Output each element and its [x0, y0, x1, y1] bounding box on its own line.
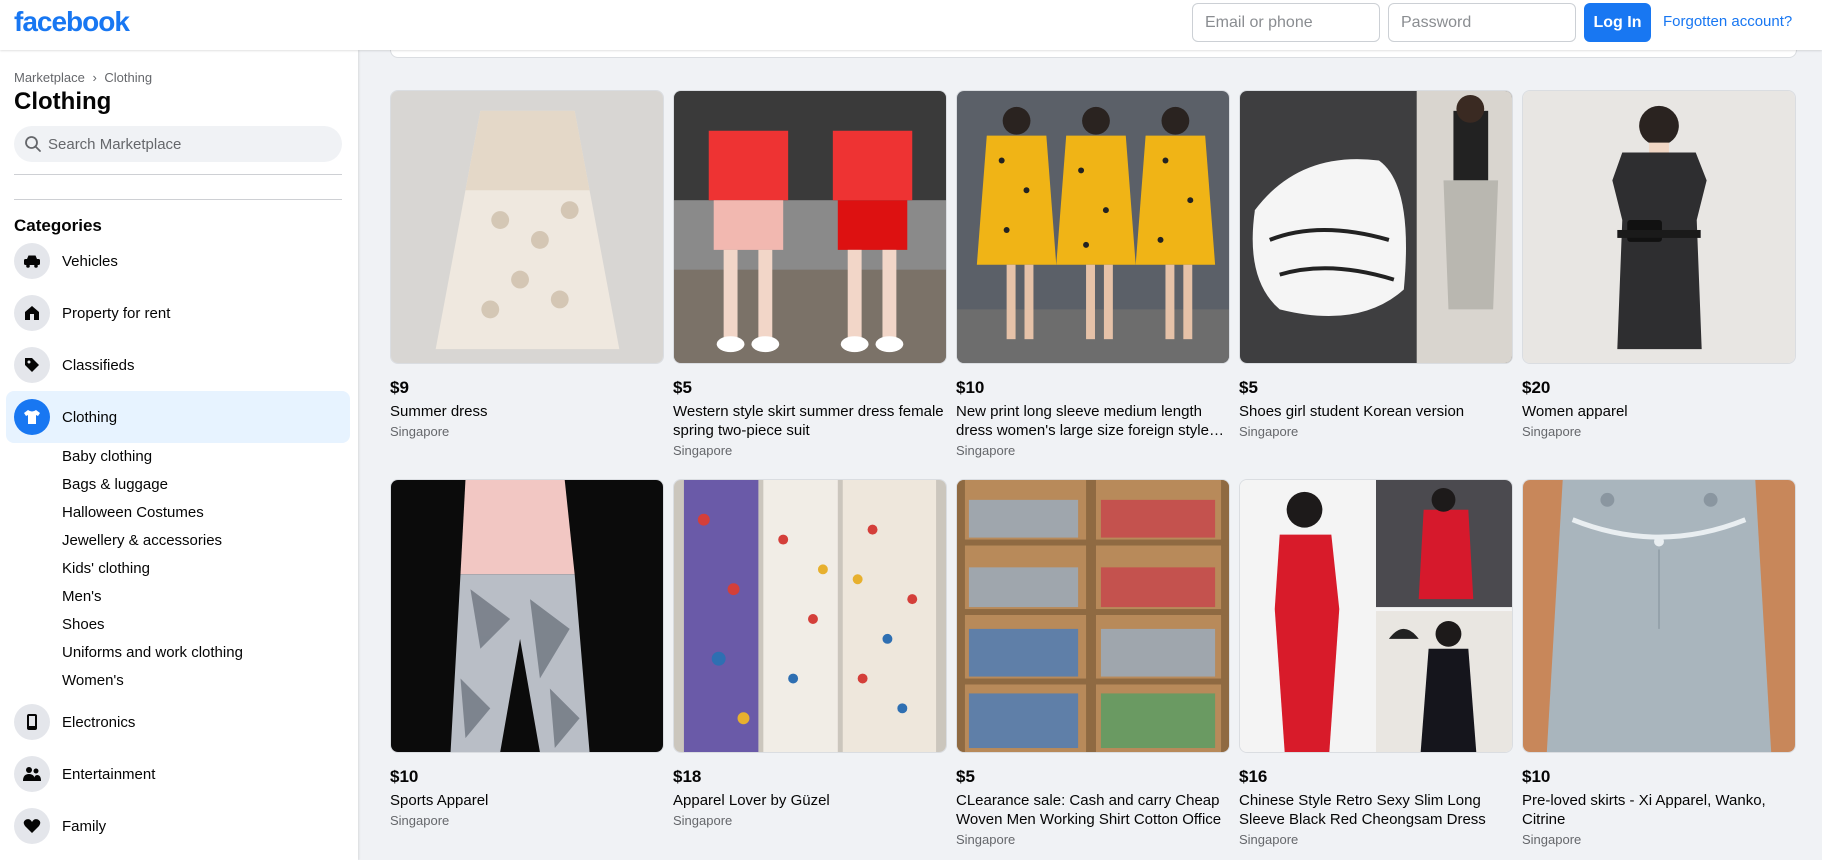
people-icon — [14, 756, 50, 792]
listing-location: Singapore — [673, 443, 733, 458]
listing-location: Singapore — [1239, 832, 1299, 847]
category-entertainment[interactable]: Entertainment — [6, 748, 350, 800]
subcategory-kids-clothing[interactable]: Kids' clothing — [62, 560, 150, 577]
forgot-account-link[interactable]: Forgotten account? — [1663, 13, 1792, 30]
listing-location: Singapore — [390, 813, 450, 828]
email-field[interactable] — [1192, 3, 1380, 42]
listing-card[interactable]: $9 Summer dress Singapore — [390, 90, 664, 439]
listing-price: $5 — [673, 378, 692, 397]
search-icon — [25, 136, 41, 152]
listing-title: Sports Apparel — [390, 792, 489, 809]
listing-location: Singapore — [1239, 424, 1299, 439]
listing-price: $20 — [1522, 378, 1551, 397]
listing-card[interactable]: $5 Western style skirt summer dress fema… — [673, 90, 947, 458]
listing-title: CLearance sale: Cash and carry Cheap Wov… — [956, 792, 1222, 828]
breadcrumb-marketplace[interactable]: Marketplace — [14, 70, 85, 85]
listing-price: $10 — [956, 378, 985, 397]
listing-price: $18 — [673, 767, 702, 786]
subcategory-bags-luggage[interactable]: Bags & luggage — [62, 476, 168, 493]
listing-photo[interactable] — [673, 479, 947, 753]
category-classifieds[interactable]: Classifieds — [6, 339, 350, 391]
category-property-for-rent[interactable]: Property for rent — [6, 287, 350, 339]
subcategory-womens[interactable]: Women's — [62, 672, 124, 689]
category-label: Family — [62, 817, 107, 835]
phone-icon — [14, 704, 50, 740]
listing-location: Singapore — [390, 424, 450, 439]
listing-title: Shoes girl student Korean version — [1239, 403, 1465, 420]
search-input[interactable] — [46, 126, 336, 162]
listing-photo[interactable] — [1522, 90, 1796, 364]
listing-price: $10 — [1522, 767, 1551, 786]
divider — [14, 199, 342, 200]
heart-icon — [14, 808, 50, 844]
sidebar: Marketplace › Clothing Clothing Categori… — [0, 50, 358, 860]
listing-card[interactable]: $10 Sports Apparel Singapore — [390, 479, 664, 828]
subcategory-jewellery[interactable]: Jewellery & accessories — [62, 532, 222, 549]
car-icon — [14, 243, 50, 279]
listing-price: $16 — [1239, 767, 1268, 786]
subcategory-baby-clothing[interactable]: Baby clothing — [62, 448, 152, 465]
listing-title: Women apparel — [1522, 403, 1628, 420]
house-icon — [14, 295, 50, 331]
subcategory-shoes[interactable]: Shoes — [62, 616, 105, 633]
breadcrumb-separator: › — [92, 70, 97, 85]
listing-location: Singapore — [956, 443, 1016, 458]
category-family[interactable]: Family — [6, 800, 350, 852]
login-button[interactable]: Log In — [1584, 3, 1651, 42]
listing-photo[interactable] — [1239, 90, 1513, 364]
listing-photo[interactable] — [956, 479, 1230, 753]
top-bar: facebook Log In Forgotten account? — [0, 0, 1822, 50]
category-label: Clothing — [62, 408, 118, 426]
listing-card[interactable]: $5 Shoes girl student Korean version Sin… — [1239, 90, 1513, 439]
facebook-logo[interactable]: facebook — [14, 6, 130, 38]
listing-location: Singapore — [1522, 832, 1582, 847]
category-label: Property for rent — [62, 304, 171, 322]
listing-photo[interactable] — [673, 90, 947, 364]
listing-location: Singapore — [1522, 424, 1582, 439]
subcategory-uniforms[interactable]: Uniforms and work clothing — [62, 644, 243, 661]
listing-price: $10 — [390, 767, 419, 786]
listing-photo[interactable] — [390, 479, 664, 753]
subcategory-halloween-costumes[interactable]: Halloween Costumes — [62, 504, 204, 521]
listing-card[interactable]: $10 Pre-loved skirts - Xi Apparel, Wanko… — [1522, 479, 1796, 847]
listing-title: Western style skirt summer dress female … — [673, 403, 944, 439]
category-electronics[interactable]: Electronics — [6, 696, 350, 748]
listing-location: Singapore — [956, 832, 1016, 847]
category-clothing[interactable]: Clothing — [6, 391, 350, 443]
listing-photo[interactable] — [1522, 479, 1796, 753]
breadcrumb: Marketplace › Clothing — [14, 70, 156, 85]
listing-title: New print long sleeve medium length dres… — [956, 403, 1209, 439]
category-label: Classifieds — [62, 356, 135, 374]
listing-title: Apparel Lover by Güzel — [673, 792, 830, 809]
listings-area: $9 Summer dress Singapore $5 Western sty… — [358, 40, 1822, 860]
listing-price: $9 — [390, 378, 409, 397]
listing-location: Singapore — [673, 813, 733, 828]
listing-title: Chinese Style Retro Sexy Slim Long Sleev… — [1239, 792, 1486, 828]
subcategory-mens[interactable]: Men's — [62, 588, 102, 605]
breadcrumb-clothing[interactable]: Clothing — [104, 70, 152, 85]
password-field[interactable] — [1388, 3, 1576, 42]
listing-title: Pre-loved skirts - Xi Apparel, Wanko, Ci… — [1522, 792, 1766, 828]
listing-photo[interactable] — [1239, 479, 1513, 753]
listing-card[interactable]: $20 Women apparel Singapore — [1522, 90, 1796, 439]
listing-title: Summer dress — [390, 403, 488, 420]
listing-price: $5 — [1239, 378, 1258, 397]
listing-card[interactable]: $10 New print long sleeve medium length … — [956, 90, 1230, 458]
listing-card[interactable]: $5 CLearance sale: Cash and carry Cheap … — [956, 479, 1230, 847]
listing-photo[interactable] — [956, 90, 1230, 364]
shirt-icon — [14, 399, 50, 435]
page-title: Clothing — [14, 88, 112, 115]
listing-photo[interactable] — [390, 90, 664, 364]
categories-heading: Categories — [14, 216, 102, 235]
category-label: Vehicles — [62, 252, 118, 270]
category-label: Entertainment — [62, 765, 156, 783]
search-box[interactable] — [14, 126, 342, 162]
category-label: Electronics — [62, 713, 136, 731]
divider — [14, 174, 342, 175]
listing-card[interactable]: $18 Apparel Lover by Güzel Singapore — [673, 479, 947, 828]
tag-icon — [14, 347, 50, 383]
listing-card[interactable]: $16 Chinese Style Retro Sexy Slim Long S… — [1239, 479, 1513, 847]
category-vehicles[interactable]: Vehicles — [6, 235, 350, 287]
listing-price: $5 — [956, 767, 975, 786]
